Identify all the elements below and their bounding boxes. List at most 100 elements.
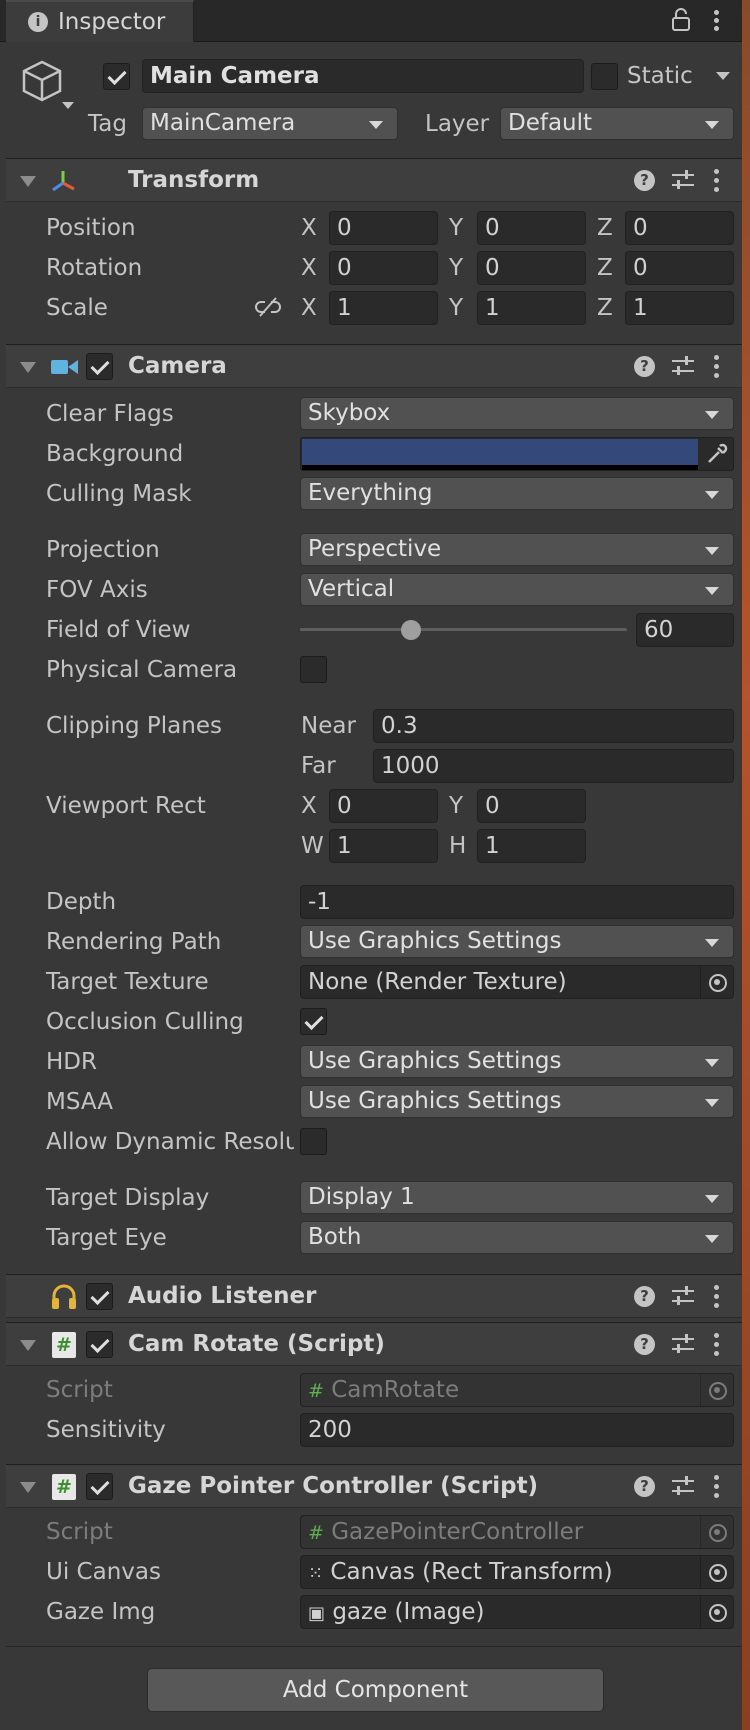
gaze-controller-enabled-checkbox[interactable] [86,1473,113,1500]
add-component-button[interactable]: Add Component [147,1668,604,1712]
rotation-x-field[interactable]: 0 [329,251,438,285]
audio-listener-enabled-checkbox[interactable] [86,1283,113,1310]
ui-canvas-field[interactable]: ⁙ Canvas (Rect Transform) [300,1555,734,1589]
occlusion-culling-checkbox[interactable] [300,1008,327,1035]
cam-rotate-header[interactable]: # Cam Rotate (Script) ? [6,1322,742,1366]
rotation-z-label[interactable]: Z [597,252,613,284]
viewport-w-label[interactable]: W [301,830,324,862]
position-y-label[interactable]: Y [449,212,463,244]
target-display-dropdown[interactable]: Display 1 [300,1181,734,1214]
foldout-arrow-icon[interactable] [20,1482,36,1493]
target-eye-dropdown[interactable]: Both [300,1221,734,1254]
eyedropper-icon[interactable] [705,442,729,466]
far-label[interactable]: Far [301,750,336,782]
dynamic-resolution-checkbox[interactable] [300,1128,327,1155]
rotation-y-field[interactable]: 0 [477,251,586,285]
near-label[interactable]: Near [301,710,356,742]
fov-slider-track[interactable] [300,628,627,631]
chevron-down-icon [705,491,719,499]
gaze-img-field[interactable]: ▣ gaze (Image) [300,1595,734,1629]
audio-listener-header[interactable]: Audio Listener ? [6,1274,742,1318]
foldout-arrow-icon[interactable] [20,1340,36,1351]
position-z-field[interactable]: 0 [625,211,734,245]
help-icon[interactable]: ? [634,1286,655,1307]
presets-icon[interactable] [672,355,694,377]
presets-icon[interactable] [672,169,694,191]
context-menu-icon[interactable] [714,1332,720,1358]
viewport-y-field[interactable]: 0 [477,789,586,823]
rotation-x-label[interactable]: X [301,252,317,284]
viewport-w-field[interactable]: 1 [329,829,438,863]
gameobject-name-field[interactable]: Main Camera [142,59,584,93]
viewport-h-label[interactable]: H [449,830,466,862]
viewport-x-label[interactable]: X [301,790,317,822]
near-field[interactable]: 0.3 [373,709,734,743]
position-x-label[interactable]: X [301,212,317,244]
projection-label: Projection [46,537,160,563]
active-checkbox[interactable] [103,63,130,90]
tag-label: Tag [88,111,127,137]
scale-y-field[interactable]: 1 [477,291,586,325]
help-icon[interactable]: ? [634,1476,655,1497]
position-z-label[interactable]: Z [597,212,613,244]
unlinked-chain-icon[interactable] [255,296,281,318]
presets-icon[interactable] [672,1333,694,1355]
position-y-field[interactable]: 0 [477,211,586,245]
position-x-field[interactable]: 0 [329,211,438,245]
tab-inspector[interactable]: i Inspector [6,0,194,42]
scale-x-field[interactable]: 1 [329,291,438,325]
help-icon[interactable]: ? [634,170,655,191]
info-icon: i [28,12,48,32]
viewport-x-field[interactable]: 0 [329,789,438,823]
tab-menu-icon[interactable] [713,8,721,34]
sensitivity-field[interactable]: 200 [300,1413,734,1447]
camera-header[interactable]: Camera ? [6,344,742,388]
hdr-dropdown[interactable]: Use Graphics Settings [300,1045,734,1078]
layer-dropdown[interactable]: Default [500,107,734,140]
rotation-y-label[interactable]: Y [449,252,463,284]
scale-z-label[interactable]: Z [597,292,613,324]
viewport-y-label[interactable]: Y [449,790,463,822]
components-end-divider [6,1646,742,1647]
camera-title: Camera [128,353,227,379]
presets-icon[interactable] [672,1285,694,1307]
target-texture-field[interactable]: None (Render Texture) [300,965,734,999]
far-field[interactable]: 1000 [373,749,734,783]
culling-mask-dropdown[interactable]: Everything [300,477,734,510]
cam-rotate-enabled-checkbox[interactable] [86,1331,113,1358]
background-color-swatch[interactable] [302,439,698,465]
msaa-dropdown[interactable]: Use Graphics Settings [300,1085,734,1118]
help-icon[interactable]: ? [634,356,655,377]
static-dropdown-icon[interactable] [716,72,730,80]
fov-value-field[interactable]: 60 [636,613,734,647]
lock-icon[interactable] [670,8,692,32]
context-menu-icon[interactable] [714,168,720,194]
fov-axis-dropdown[interactable]: Vertical [300,573,734,606]
tag-dropdown[interactable]: MainCamera [142,107,398,140]
foldout-arrow-icon[interactable] [20,176,36,187]
viewport-h-field[interactable]: 1 [477,829,586,863]
static-checkbox[interactable] [591,63,618,90]
object-picker-icon[interactable] [700,1556,733,1588]
rendering-path-dropdown[interactable]: Use Graphics Settings [300,925,734,958]
scale-y-label[interactable]: Y [449,292,463,324]
clear-flags-dropdown[interactable]: Skybox [300,397,734,430]
transform-header[interactable]: Transform ? [6,158,742,202]
help-icon[interactable]: ? [634,1334,655,1355]
context-menu-icon[interactable] [714,1284,720,1310]
projection-dropdown[interactable]: Perspective [300,533,734,566]
presets-icon[interactable] [672,1475,694,1497]
physical-camera-checkbox[interactable] [300,656,327,683]
foldout-arrow-icon[interactable] [20,362,36,373]
object-picker-icon[interactable] [700,966,733,998]
scale-x-label[interactable]: X [301,292,317,324]
background-color-field[interactable] [300,437,734,471]
scale-z-field[interactable]: 1 [625,291,734,325]
depth-field[interactable]: -1 [300,885,734,919]
object-picker-icon[interactable] [700,1596,733,1628]
context-menu-icon[interactable] [714,1474,720,1500]
rotation-z-field[interactable]: 0 [625,251,734,285]
gaze-controller-header[interactable]: # Gaze Pointer Controller (Script) ? [6,1464,742,1508]
context-menu-icon[interactable] [714,354,720,380]
camera-enabled-checkbox[interactable] [86,353,113,380]
